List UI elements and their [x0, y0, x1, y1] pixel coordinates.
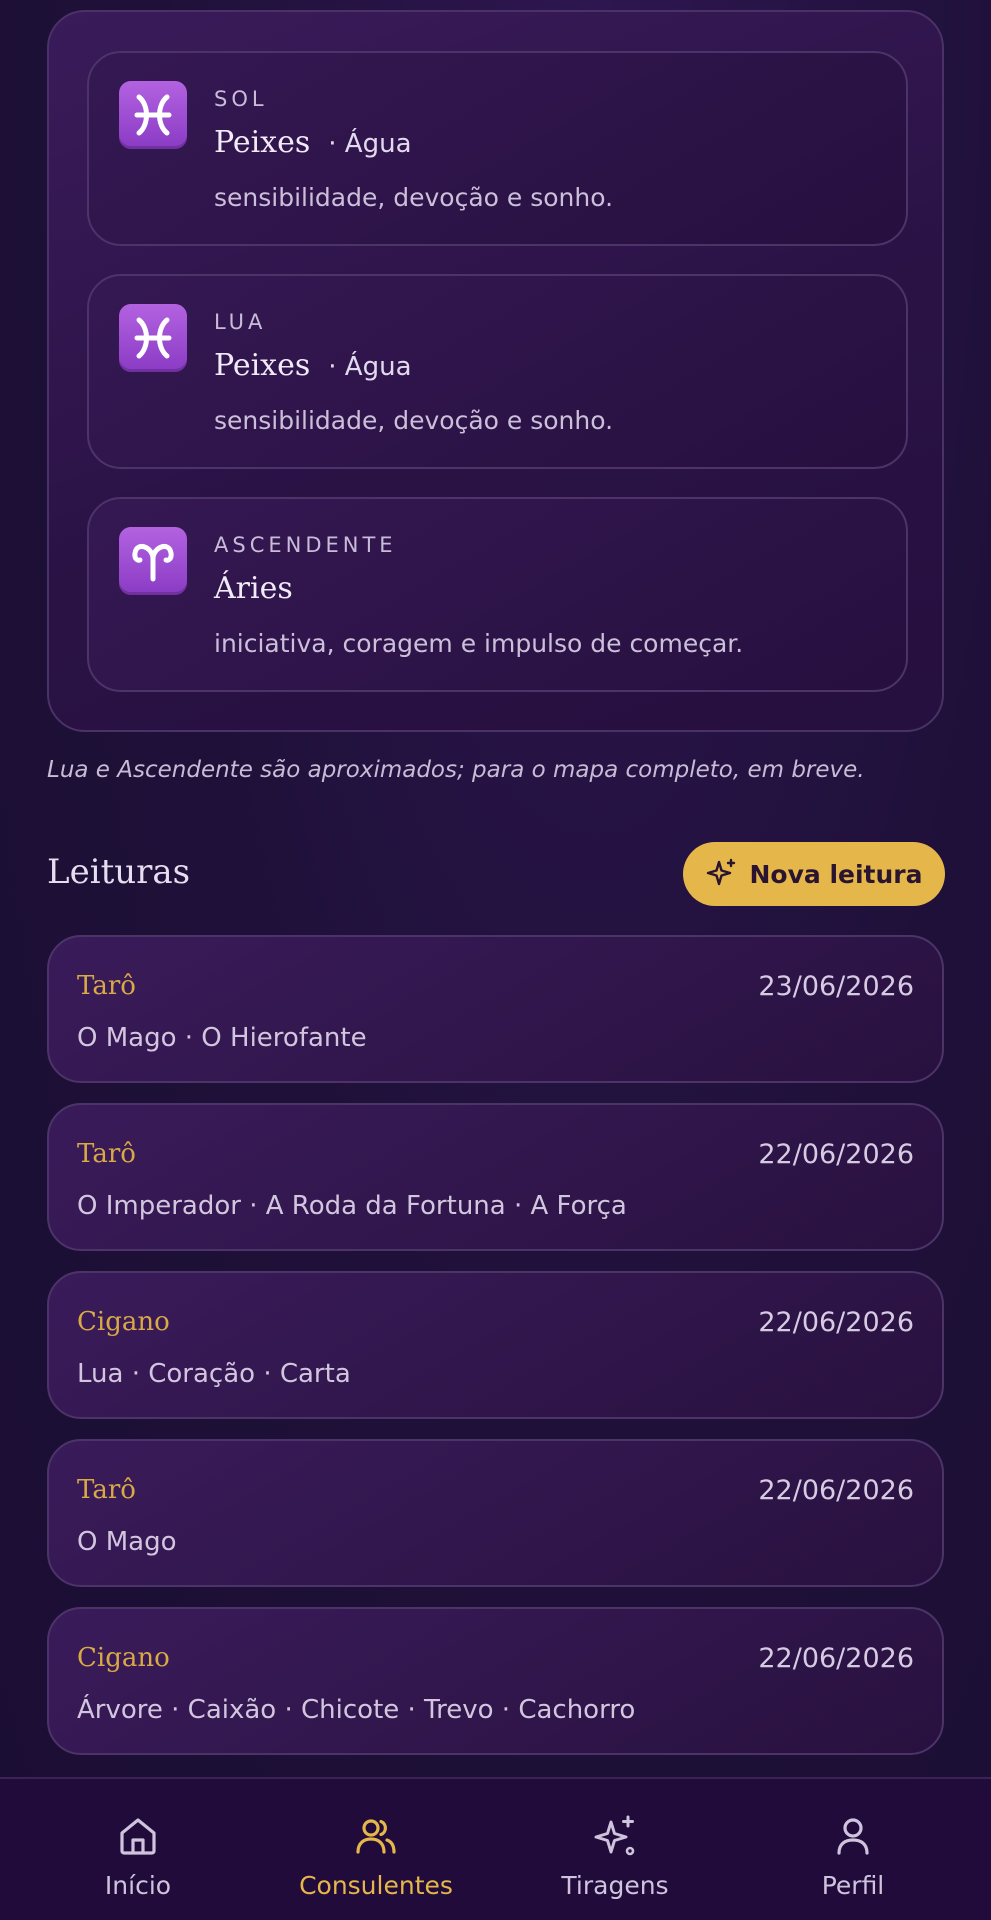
reading-type: Tarô: [77, 1475, 136, 1505]
sign-description: sensibilidade, devoção e sonho.: [214, 406, 614, 435]
reading-card[interactable]: Tarô 22/06/2026 O Mago: [47, 1439, 944, 1587]
sign-label: SOL: [214, 87, 268, 111]
sign-label: LUA: [214, 310, 267, 334]
reading-cards: O Imperador · A Roda da Fortuna · A Forç…: [77, 1191, 627, 1221]
sign-card-lua: LUA Peixes · Água sensibilidade, devoção…: [87, 274, 908, 469]
reading-card[interactable]: Cigano 22/06/2026 Árvore · Caixão · Chic…: [47, 1607, 944, 1755]
bottom-navigation: Início Consulentes Tiragens Perfil: [0, 1777, 991, 1920]
sparkles-icon: [707, 858, 736, 886]
sparkles-icon: [594, 1815, 635, 1856]
sign-element: · Água: [328, 129, 412, 159]
reading-cards: O Mago · O Hierofante: [77, 1023, 367, 1053]
nav-item-consulentes[interactable]: Consulentes: [252, 1779, 500, 1920]
user-icon: [837, 1818, 869, 1855]
readings-title: Leituras: [47, 852, 191, 892]
reading-cards: O Mago: [77, 1527, 177, 1557]
reading-cards: Árvore · Caixão · Chicote · Trevo · Cach…: [77, 1695, 636, 1725]
sign-description: sensibilidade, devoção e sonho.: [214, 183, 614, 212]
sign-name: Peixes: [214, 348, 311, 383]
reading-type: Tarô: [77, 971, 136, 1001]
sign-name: Áries: [214, 571, 293, 606]
nav-item-perfil[interactable]: Perfil: [729, 1779, 977, 1920]
reading-date: 23/06/2026: [758, 971, 914, 1002]
new-reading-label: Nova leitura: [749, 859, 923, 889]
nav-label: Início: [104, 1871, 172, 1900]
reading-type: Cigano: [77, 1307, 170, 1337]
sign-label: ASCENDENTE: [214, 533, 397, 557]
nav-item-tiragens[interactable]: Tiragens: [491, 1779, 739, 1920]
nav-label: Consulentes: [299, 1871, 453, 1900]
nav-label: Perfil: [821, 1871, 885, 1900]
aries-icon: [119, 527, 187, 595]
reading-date: 22/06/2026: [758, 1139, 914, 1170]
home-icon: [120, 1818, 156, 1855]
reading-card[interactable]: Cigano 22/06/2026 Lua · Coração · Carta: [47, 1271, 944, 1419]
reading-card[interactable]: Tarô 23/06/2026 O Mago · O Hierofante: [47, 935, 944, 1083]
new-reading-button[interactable]: Nova leitura: [683, 842, 945, 906]
reading-date: 22/06/2026: [758, 1307, 914, 1338]
sign-card-ascendente: ASCENDENTE Áries iniciativa, coragem e i…: [87, 497, 908, 692]
pisces-icon: [119, 81, 187, 149]
astro-chart-panel: SOL Peixes · Água sensibilidade, devoção…: [47, 10, 944, 732]
approximation-note: Lua e Ascendente são aproximados; para o…: [47, 757, 865, 783]
reading-type: Cigano: [77, 1643, 170, 1673]
pisces-icon: [119, 304, 187, 372]
sign-description: iniciativa, coragem e impulso de começar…: [214, 629, 744, 658]
sign-card-sol: SOL Peixes · Água sensibilidade, devoção…: [87, 51, 908, 246]
reading-type: Tarô: [77, 1139, 136, 1169]
reading-date: 22/06/2026: [758, 1475, 914, 1506]
nav-label: Tiragens: [561, 1871, 669, 1900]
nav-item-inicio[interactable]: Início: [14, 1779, 262, 1920]
reading-card[interactable]: Tarô 22/06/2026 O Imperador · A Roda da …: [47, 1103, 944, 1251]
reading-cards: Lua · Coração · Carta: [77, 1359, 351, 1389]
sign-element: · Água: [328, 352, 412, 382]
sign-name: Peixes: [214, 125, 311, 160]
users-icon: [356, 1819, 396, 1854]
reading-date: 22/06/2026: [758, 1643, 914, 1674]
